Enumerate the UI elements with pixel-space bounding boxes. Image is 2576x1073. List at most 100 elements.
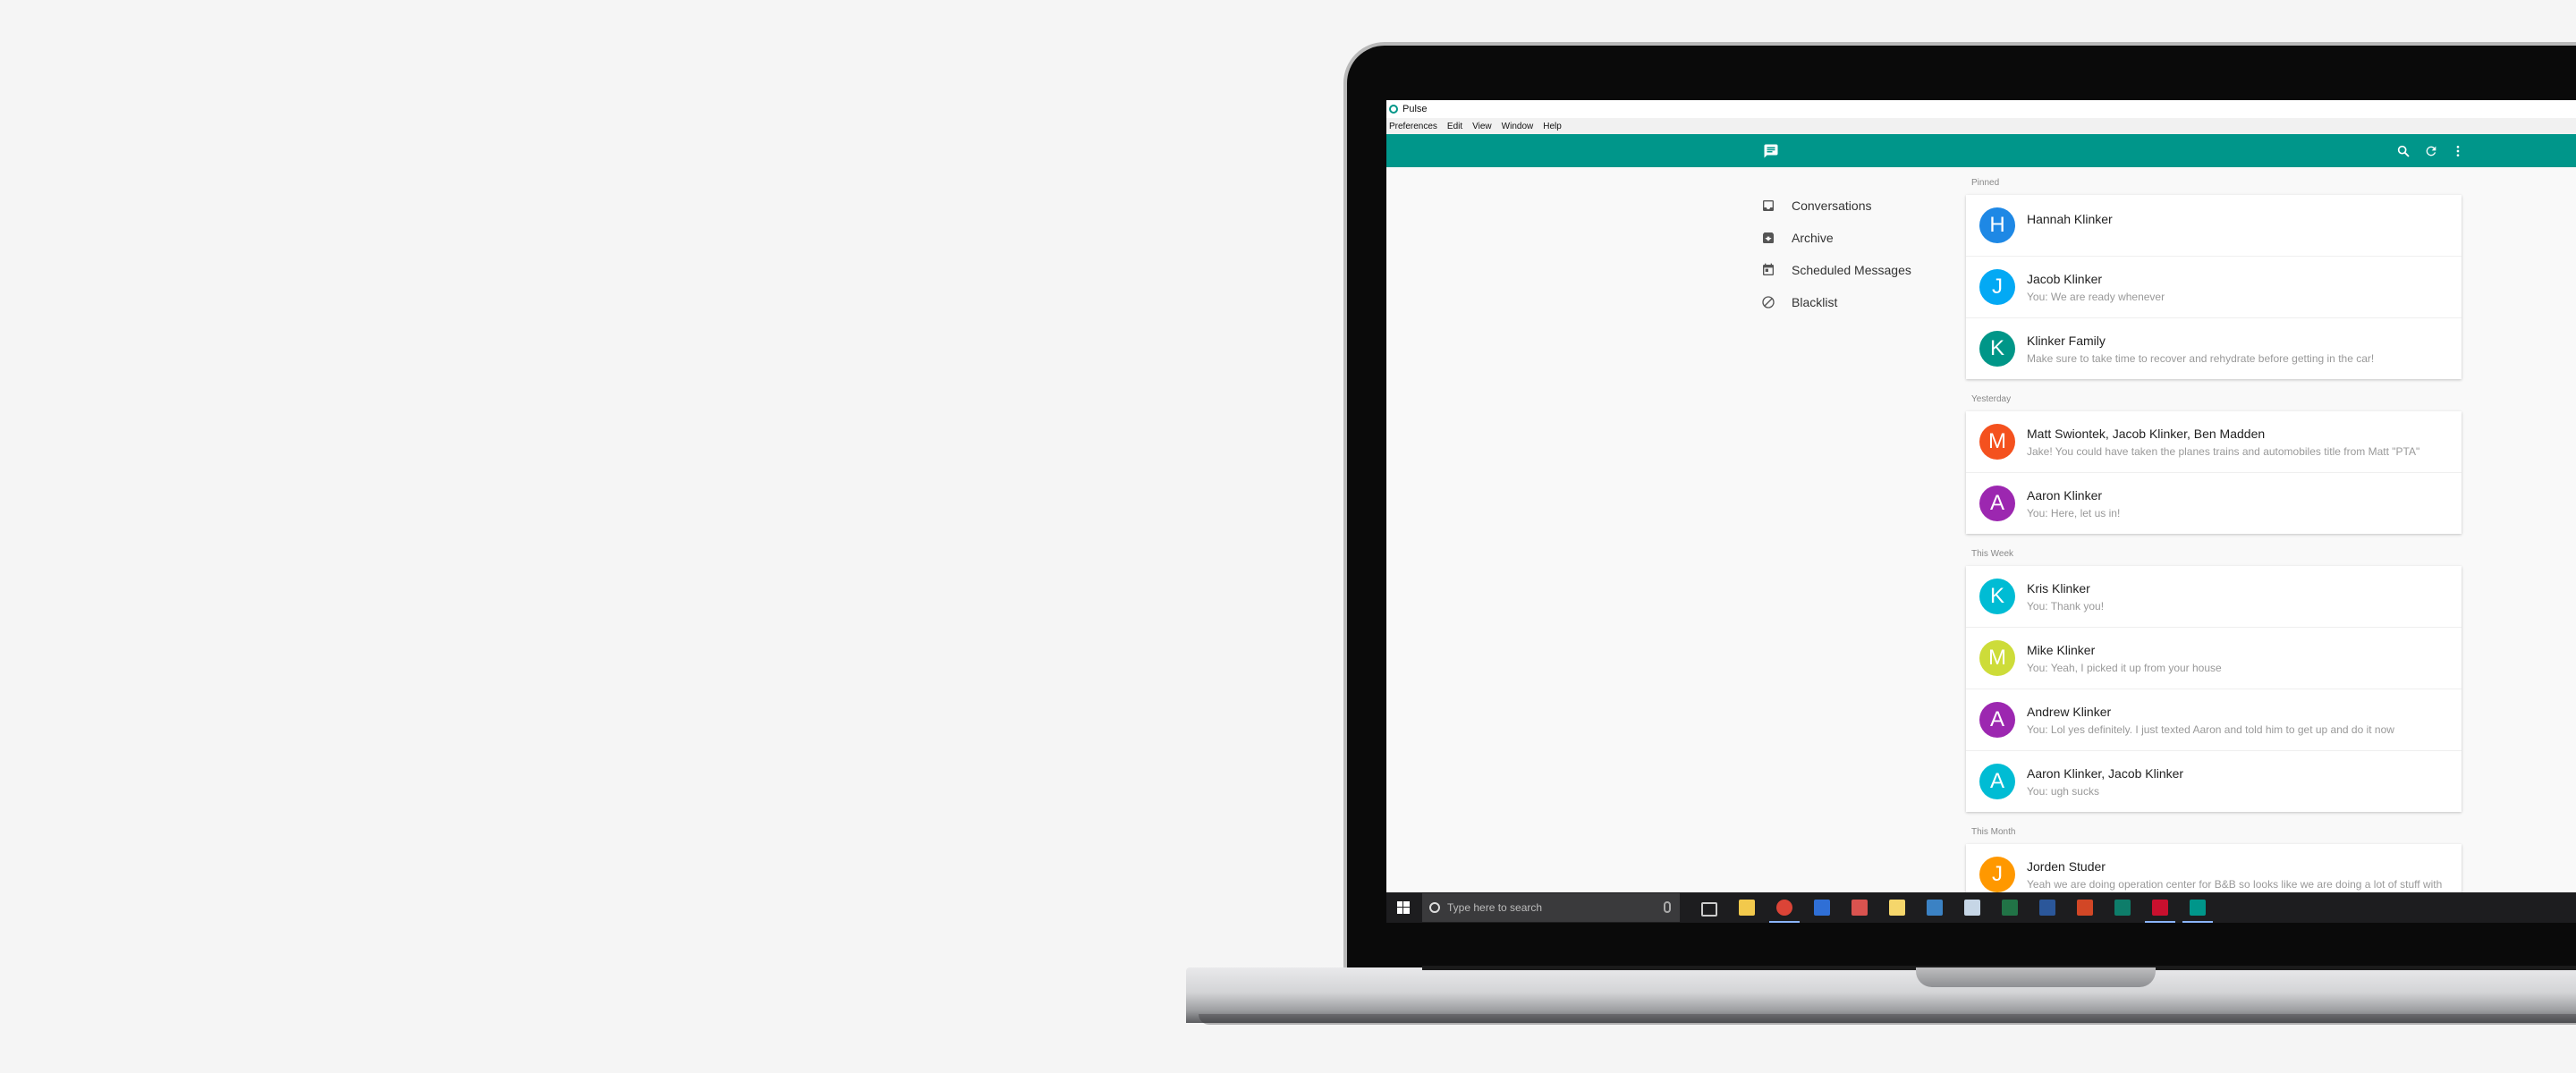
- title-bar: Pulse: [1386, 100, 2576, 118]
- conversation-text: Aaron Klinker You: Here, let us in!: [2027, 488, 2120, 520]
- app-toolbar: [1386, 134, 2576, 167]
- app-logo-icon: [1389, 105, 1398, 114]
- conversation-card: H Hannah Klinker J Jacob Klinker You: We are…: [1966, 195, 2462, 379]
- conversation-row[interactable]: A Andrew Klinker You: Lol yes definitely. …: [1966, 689, 2462, 751]
- archive-icon: [1760, 230, 1776, 246]
- nav-item-scheduled-messages[interactable]: Scheduled Messages: [1760, 254, 1957, 286]
- conversation-snippet: You: Here, let us in!: [2027, 506, 2121, 520]
- conversation-snippet: You: ugh sucks: [2027, 784, 2099, 798]
- paint-icon[interactable]: [1964, 900, 1980, 916]
- navigation-menu: Conversations Archive Scheduled Messages…: [1760, 190, 1957, 318]
- menu-view[interactable]: View: [1472, 122, 1492, 131]
- conversation-name: Aaron Klinker: [2027, 487, 2103, 503]
- conversation-snippet: You: We are ready whenever: [2027, 290, 2165, 303]
- conversation-name: Klinker Family: [2027, 333, 2106, 348]
- conversation-name: Hannah Klinker: [2027, 212, 2113, 226]
- avatar: J: [1979, 269, 2015, 305]
- running-indicator: [2182, 921, 2213, 923]
- menu-bar: Preferences Edit View Window Help: [1386, 118, 2576, 134]
- conversation-row[interactable]: J Jacob Klinker You: We are ready whenever: [1966, 257, 2462, 318]
- conversation-row[interactable]: H Hannah Klinker: [1966, 195, 2462, 257]
- pulse-app-icon[interactable]: [2190, 900, 2206, 916]
- publisher-icon[interactable]: [2114, 900, 2131, 916]
- microphone-icon[interactable]: [1664, 901, 1671, 913]
- conversation-text: Andrew Klinker You: Lol yes definitely. I…: [2027, 705, 2394, 736]
- conversation-text: Mike Klinker You: Yeah, I picked it up fr…: [2027, 643, 2222, 674]
- menu-edit[interactable]: Edit: [1447, 122, 1462, 131]
- avatar: A: [1979, 764, 2015, 799]
- shield-app-icon[interactable]: [2152, 900, 2168, 916]
- nav-item-conversations[interactable]: Conversations: [1760, 190, 1957, 222]
- window-title: Pulse: [1402, 104, 1428, 114]
- conversation-row[interactable]: M Matt Swiontek, Jacob Klinker, Ben Madde…: [1966, 411, 2462, 473]
- notes-icon[interactable]: [1889, 900, 1905, 916]
- conversation-name: Matt Swiontek, Jacob Klinker, Ben Madden: [2027, 426, 2266, 441]
- conversation-text: Aaron Klinker, Jacob Klinker You: ugh suc…: [2027, 766, 2183, 798]
- messaging-icon[interactable]: [1927, 900, 1943, 916]
- avatar: H: [1979, 207, 2015, 243]
- more-vert-icon[interactable]: [2449, 142, 2467, 160]
- section-header: This Week: [1971, 549, 2014, 559]
- chrome-icon[interactable]: [1776, 900, 1792, 916]
- file-explorer-icon[interactable]: [1739, 900, 1755, 916]
- conversation-name: Jacob Klinker: [2027, 271, 2103, 286]
- word-icon[interactable]: [2039, 900, 2055, 916]
- section-header: This Month: [1971, 827, 2016, 837]
- taskbar-search-input[interactable]: Type here to search: [1422, 893, 1680, 922]
- section-header: Pinned: [1971, 178, 2000, 188]
- avatar: M: [1979, 424, 2015, 460]
- conversation-snippet: You: Yeah, I picked it up from your hous…: [2027, 661, 2222, 674]
- conversation-name: Aaron Klinker, Jacob Klinker: [2027, 765, 2184, 781]
- conversation-snippet: Jake! You could have taken the planes tr…: [2027, 444, 2420, 458]
- powerpoint-icon[interactable]: [2077, 900, 2093, 916]
- conversation-text: Hannah Klinker: [2027, 212, 2113, 226]
- inbox-icon: [1760, 198, 1776, 214]
- conversation-row[interactable]: K Kris Klinker You: Thank you!: [1966, 566, 2462, 628]
- menu-preferences[interactable]: Preferences: [1389, 122, 1437, 131]
- pdf-icon[interactable]: [1852, 900, 1868, 916]
- windows-taskbar: Type here to search: [1386, 892, 2576, 923]
- conversation-name: Kris Klinker: [2027, 580, 2090, 596]
- section-header: Yesterday: [1971, 394, 2012, 404]
- conversation-card: M Matt Swiontek, Jacob Klinker, Ben Madde…: [1966, 411, 2462, 534]
- menu-help[interactable]: Help: [1543, 122, 1562, 131]
- nav-item-label: Scheduled Messages: [1792, 263, 1911, 277]
- conversation-snippet: You: Lol yes definitely. I just texted A…: [2027, 722, 2394, 736]
- conversation-row[interactable]: A Aaron Klinker You: Here, let us in!: [1966, 473, 2462, 534]
- excel-icon[interactable]: [2002, 900, 2018, 916]
- task-view-icon[interactable]: [1701, 902, 1717, 917]
- search-icon[interactable]: [2394, 142, 2412, 160]
- running-indicator: [2145, 921, 2175, 923]
- calendar-icon: [1760, 262, 1776, 278]
- message-icon[interactable]: [1762, 142, 1780, 160]
- laptop-base-shadow: [1199, 1014, 2576, 1025]
- cortana-icon: [1429, 902, 1440, 913]
- conversation-name: Mike Klinker: [2027, 642, 2096, 657]
- nav-item-archive[interactable]: Archive: [1760, 222, 1957, 254]
- nav-item-blacklist[interactable]: Blacklist: [1760, 286, 1957, 318]
- conversation-snippet: Yeah we are doing operation center for B…: [2027, 877, 2443, 891]
- block-icon: [1760, 294, 1776, 310]
- conversation-snippet: You: Thank you!: [2027, 599, 2105, 613]
- conversation-text: Matt Swiontek, Jacob Klinker, Ben Madden…: [2027, 427, 2419, 458]
- conversation-row[interactable]: A Aaron Klinker, Jacob Klinker You: ugh su…: [1966, 751, 2462, 812]
- conversation-name: Andrew Klinker: [2027, 704, 2112, 719]
- conversation-snippet: Make sure to take time to recover and re…: [2027, 351, 2375, 365]
- screen: Pulse Preferences Edit View Window Help …: [1386, 100, 2576, 923]
- conversation-text: Kris Klinker You: Thank you!: [2027, 581, 2104, 613]
- avatar: A: [1979, 702, 2015, 738]
- windows-start-icon[interactable]: [1397, 901, 1410, 914]
- conversation-text: Klinker Family Make sure to take time to …: [2027, 334, 2374, 365]
- conversation-row[interactable]: M Mike Klinker You: Yeah, I picked it up f…: [1966, 628, 2462, 689]
- menu-window[interactable]: Window: [1502, 122, 1534, 131]
- conversation-name: Jorden Studer: [2027, 858, 2106, 874]
- avatar: M: [1979, 640, 2015, 676]
- nav-item-label: Conversations: [1792, 199, 1872, 213]
- conversation-text: Jacob Klinker You: We are ready whenever: [2027, 272, 2165, 303]
- refresh-icon[interactable]: [2422, 142, 2440, 160]
- conversation-text: Jorden Studer Yeah we are doing operation…: [2027, 859, 2442, 891]
- conversation-list: Pinned H Hannah Klinker J Jacob Klinker You: …: [1966, 175, 2462, 917]
- conversation-row[interactable]: K Klinker Family Make sure to take time to…: [1966, 318, 2462, 379]
- calendar-app-icon[interactable]: [1814, 900, 1830, 916]
- avatar: K: [1979, 579, 2015, 614]
